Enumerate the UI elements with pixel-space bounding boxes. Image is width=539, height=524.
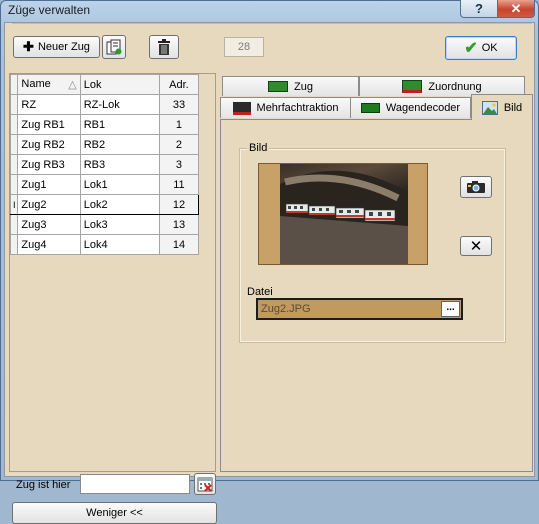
less-button[interactable]: Weniger <<	[12, 502, 217, 524]
ok-button[interactable]: ✔ OK	[445, 36, 517, 60]
cell-lok[interactable]: Lok2	[79, 194, 160, 215]
photo-image	[280, 164, 408, 264]
sort-ascending-icon: △	[68, 79, 77, 91]
plus-icon: ✚	[23, 39, 34, 54]
calendar-delete-icon	[197, 477, 213, 492]
clear-location-button[interactable]	[194, 473, 216, 495]
cell-lok[interactable]: RZ-Lok	[79, 94, 160, 115]
cell-name[interactable]: Zug RB3	[17, 154, 81, 175]
table-row[interactable]: Zug3 Lok3 13	[9, 214, 200, 235]
trash-icon	[158, 39, 170, 55]
cell-adr[interactable]: 14	[158, 234, 200, 255]
column-header-name[interactable]: Name △	[17, 74, 81, 95]
cell-lok[interactable]: RB2	[79, 134, 160, 155]
file-label: Datei	[247, 286, 273, 298]
new-train-label: Neuer Zug	[37, 41, 90, 53]
cell-name[interactable]: RZ	[17, 94, 81, 115]
train-model-image	[280, 170, 408, 264]
cell-name[interactable]: Zug1	[17, 174, 81, 195]
browse-file-button[interactable]: ...	[441, 301, 460, 317]
train-table: Name △ Lok Adr. RZ RZ-Lok 33 Zug RB1 RB1 1 Zug…	[9, 74, 200, 255]
delete-train-button[interactable]	[149, 35, 179, 59]
close-icon: ✕	[469, 238, 483, 255]
table-row[interactable]: Zug RB1 RB1 1	[9, 114, 200, 135]
decoder-chip-icon	[360, 103, 380, 113]
cell-lok[interactable]: Lok4	[79, 234, 160, 255]
location-input[interactable]	[80, 474, 190, 494]
cell-adr[interactable]: 33	[158, 94, 200, 115]
copy-icon	[106, 39, 122, 55]
close-button[interactable]: ✕	[497, 0, 535, 18]
help-button[interactable]: ?	[460, 0, 498, 18]
row-indicator	[9, 214, 19, 235]
table-row[interactable]: Zug RB2 RB2 2	[9, 134, 200, 155]
row-indicator	[9, 114, 19, 135]
camera-icon	[467, 181, 485, 193]
window-title: Züge verwalten	[8, 3, 91, 17]
tab-wagendecoder[interactable]: Wagendecoder	[350, 97, 471, 118]
dialog-client: ✚ Neuer Zug 28 ✔ OK Name △ Lok Adr. RZ R…	[4, 22, 537, 524]
cell-name[interactable]: Zug RB1	[17, 114, 81, 135]
column-header-adr[interactable]: Adr.	[158, 74, 200, 95]
tab-bild[interactable]: Bild	[471, 94, 533, 120]
cell-name[interactable]: Zug4	[17, 234, 81, 255]
row-indicator	[9, 174, 19, 195]
column-header-lok[interactable]: Lok	[79, 74, 160, 95]
cell-lok[interactable]: RB3	[79, 154, 160, 175]
cell-adr[interactable]: 2	[158, 134, 200, 155]
cell-name[interactable]: Zug3	[17, 214, 81, 235]
cell-lok[interactable]: Lok1	[79, 174, 160, 195]
train-assign-icon	[402, 80, 423, 93]
row-indicator	[9, 154, 19, 175]
cell-adr[interactable]: 13	[158, 214, 200, 235]
picture-icon	[481, 100, 498, 115]
ok-label: OK	[481, 42, 498, 54]
train-list-panel: Name △ Lok Adr. RZ RZ-Lok 33 Zug RB1 RB1 1 Zug…	[9, 73, 217, 524]
table-row[interactable]: I Zug2 Lok2 12	[9, 194, 200, 215]
details-panel: Zug Zuordnung Mehrfachtraktion Wagendeco…	[220, 73, 537, 472]
train-green-icon	[268, 81, 289, 92]
tab-page-bild: Bild ✕ Datei Zug2.JPG ...	[220, 119, 533, 472]
toolbar-divider	[12, 23, 532, 24]
cell-name[interactable]: Zug RB2	[17, 134, 81, 155]
train-count-field: 28	[224, 37, 264, 57]
new-train-button[interactable]: ✚ Neuer Zug	[13, 36, 100, 58]
checkmark-icon: ✔	[464, 40, 478, 57]
row-cursor-indicator: I	[9, 194, 19, 215]
cell-adr[interactable]: 1	[158, 114, 200, 135]
cell-adr[interactable]: 3	[158, 154, 200, 175]
tab-zuordnung[interactable]: Zuordnung	[359, 76, 525, 96]
picture-group-label: Bild	[247, 142, 270, 154]
tab-mehrfachtraktion[interactable]: Mehrfachtraktion	[220, 97, 351, 118]
train-photo	[258, 163, 428, 265]
cell-lok[interactable]: RB1	[79, 114, 160, 135]
locomotive-icon	[232, 101, 251, 115]
table-row[interactable]: Zug4 Lok4 14	[9, 234, 200, 255]
tab-zug[interactable]: Zug	[222, 76, 359, 96]
row-indicator	[9, 234, 19, 255]
cell-adr[interactable]: 12	[158, 194, 200, 215]
remove-picture-button[interactable]: ✕	[460, 236, 492, 256]
file-input[interactable]: Zug2.JPG	[256, 298, 463, 320]
load-picture-button[interactable]	[460, 176, 492, 198]
row-indicator	[9, 94, 19, 115]
table-row[interactable]: RZ RZ-Lok 33	[9, 94, 200, 115]
table-row[interactable]: Zug1 Lok1 11	[9, 174, 200, 195]
row-indicator-header	[9, 74, 19, 95]
cell-lok[interactable]: Lok3	[79, 214, 160, 235]
cell-adr[interactable]: 11	[158, 174, 200, 195]
table-row[interactable]: Zug RB3 RB3 3	[9, 154, 200, 175]
cell-name[interactable]: Zug2	[17, 194, 81, 215]
copy-button[interactable]	[102, 35, 126, 59]
row-indicator	[9, 134, 19, 155]
table-header-row: Name △ Lok Adr.	[9, 74, 200, 95]
